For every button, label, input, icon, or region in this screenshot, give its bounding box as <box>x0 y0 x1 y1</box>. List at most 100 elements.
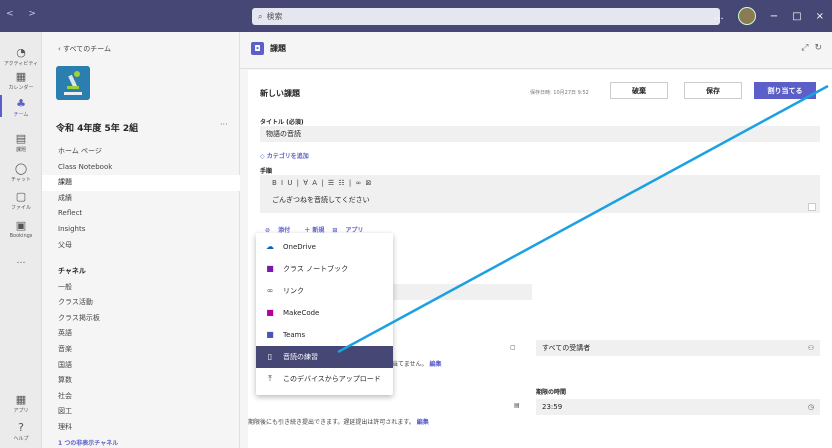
not-assigned-text: り当てません。 編集 <box>386 361 442 368</box>
rail-calendar[interactable]: ▦ カレンダー <box>0 70 42 91</box>
onenote-icon: ■ <box>266 264 274 273</box>
nav-parents[interactable]: 父母 <box>42 238 240 254</box>
channel-item[interactable]: クラス掲示板 <box>42 311 240 327</box>
more-icon[interactable]: … <box>714 11 724 22</box>
team-nav: ホーム ページ Class Notebook 課題 成績 Reflect Ins… <box>42 144 240 253</box>
teams-icon: ♣ <box>16 97 26 110</box>
rail-teams[interactable]: ♣ チーム <box>0 95 42 118</box>
calendar-icon[interactable]: ▤ <box>514 402 520 409</box>
menu-item-makecode[interactable]: ■ MakeCode <box>256 302 393 324</box>
link-icon: ∞ <box>266 286 274 295</box>
resize-handle[interactable] <box>808 203 816 211</box>
back-to-all-teams[interactable]: ‹ すべてのチーム <box>58 44 111 54</box>
attach-menu: ☁ OneDrive ■ クラス ノートブック ∞ リンク ■ MakeCode ■ Te… <box>256 233 393 395</box>
saved-timestamp: 保存日時: 10月27日 9:52 <box>530 90 589 96</box>
onedrive-icon: ☁ <box>266 242 274 251</box>
pane-header: ◘ 課題 ⤢↻ <box>240 32 832 69</box>
team-name: 令和 4年度 5年 2組 <box>56 124 139 134</box>
teams-app-icon: ■ <box>266 330 274 339</box>
search-input[interactable]: ⌕ 検索 <box>252 8 720 25</box>
rail-files[interactable]: ▢ ファイル <box>0 190 42 211</box>
format-toolbar[interactable]: B I U | ∀ A | ☰ ☷ | ∞ ⊠ <box>260 175 820 191</box>
search-placeholder: 検索 <box>266 12 283 21</box>
makecode-icon: ■ <box>266 308 274 317</box>
bookings-icon: ▣ <box>15 219 27 232</box>
close-button[interactable]: × <box>816 11 824 22</box>
title-label: タイトル (必須) <box>260 119 304 126</box>
channel-item[interactable]: 図工 <box>42 404 240 420</box>
microscope-icon <box>56 66 90 100</box>
more-icon: … <box>16 256 26 266</box>
back-forward-arrows[interactable]: < > <box>6 9 42 19</box>
due-time-field[interactable]: 23:59 ◷ <box>536 399 820 415</box>
channel-item[interactable]: 理科 <box>42 420 240 436</box>
form-title: 新しい課題 <box>260 89 300 98</box>
assign-to-dropdown[interactable]: すべての受講者 ⚇ <box>536 340 820 356</box>
discard-button[interactable]: 破棄 <box>610 82 668 99</box>
calendar-icon: ▦ <box>15 70 27 83</box>
rail-assignments[interactable]: ▤ 課題 <box>0 132 42 153</box>
help-icon: ? <box>18 421 24 434</box>
edit-link[interactable]: 編集 <box>429 361 441 368</box>
nav-assignments[interactable]: 課題 <box>42 175 240 191</box>
maximize-button[interactable]: □ <box>792 11 801 22</box>
late-submission-text: 期限後にも引き続き提出できます。遅延提出は許可されます。 編集 <box>248 419 429 426</box>
menu-item-link[interactable]: ∞ リンク <box>256 280 393 302</box>
channel-item[interactable]: 音楽 <box>42 342 240 358</box>
title-bar: < > ⌕ 検索 … − □ × <box>0 0 832 32</box>
apps-icon: ▦ <box>15 393 27 406</box>
minimize-button[interactable]: − <box>770 11 778 22</box>
nav-grades[interactable]: 成績 <box>42 191 240 207</box>
rail-help[interactable]: ? ヘルプ <box>0 421 42 442</box>
hidden-channels-link[interactable]: 1 つの非表示チャネル <box>42 436 118 448</box>
copy-icon[interactable]: ▢ <box>510 344 516 351</box>
channels-header: チャネル <box>58 267 86 275</box>
avatar[interactable] <box>737 7 756 25</box>
menu-item-upload[interactable]: ⤒ このデバイスからアップロード <box>256 368 393 390</box>
assignments-icon: ▤ <box>15 132 27 145</box>
channel-list: チャネル 一般 クラス活動 クラス掲示板 英語 音楽 国語 算数 社会 図工 理… <box>42 264 240 447</box>
window-controls: … − □ × <box>714 0 832 32</box>
instructions-label: 手順 <box>260 168 273 175</box>
channel-item[interactable]: 英語 <box>42 326 240 342</box>
teams-window: < > ⌕ 検索 … − □ × ◔ アクティビティ ▦ カレンダー ♣ チーム ▤ 課… <box>0 0 832 448</box>
edit-link-late[interactable]: 編集 <box>417 419 429 426</box>
channel-item[interactable]: 社会 <box>42 389 240 405</box>
rail-apps[interactable]: ▦ アプリ <box>0 393 42 414</box>
instructions-field[interactable]: ごんぎつねを音読してください <box>260 191 820 213</box>
rail-activity[interactable]: ◔ アクティビティ <box>0 46 42 67</box>
channel-item[interactable]: クラス活動 <box>42 295 240 311</box>
menu-item-onedrive[interactable]: ☁ OneDrive <box>256 236 393 258</box>
file-icon: ▢ <box>15 190 27 203</box>
assignments-app-icon: ◘ <box>251 42 264 55</box>
nav-insights[interactable]: Insights <box>42 222 240 238</box>
upload-icon: ⤒ <box>268 374 272 383</box>
expand-icon[interactable]: ⤢ <box>801 43 814 53</box>
due-time-value: 23:59 <box>542 403 563 411</box>
clock-icon: ◷ <box>807 403 814 411</box>
rail-more[interactable]: … <box>0 256 42 266</box>
add-category-link[interactable]: ◇ カテゴリを追加 <box>260 151 309 160</box>
search-icon: ⌕ <box>258 11 263 21</box>
nav-home[interactable]: ホーム ページ <box>42 144 240 160</box>
nav-class-notebook[interactable]: Class Notebook <box>42 160 240 176</box>
refresh-icon[interactable]: ↻ <box>814 43 828 53</box>
rail-bookings[interactable]: ▣ Bookings <box>0 219 42 239</box>
save-button[interactable]: 保存 <box>684 82 742 99</box>
menu-item-teams[interactable]: ■ Teams <box>256 324 393 346</box>
team-more-button[interactable]: ··· <box>220 120 228 129</box>
nav-reflect[interactable]: Reflect <box>42 206 240 222</box>
channel-item[interactable]: 一般 <box>42 280 240 296</box>
title-field[interactable]: 物語の音読 <box>260 126 820 142</box>
assign-button[interactable]: 割り当てる <box>754 82 816 99</box>
app-rail: ◔ アクティビティ ▦ カレンダー ♣ チーム ▤ 課題 ◯ チャット ▢ ファイル ▣ Bo… <box>0 32 42 448</box>
reading-progress-icon: ▯ <box>267 352 273 361</box>
channel-item[interactable]: 算数 <box>42 373 240 389</box>
due-time-label: 期限の時間 <box>536 389 567 396</box>
menu-item-class-notebook[interactable]: ■ クラス ノートブック <box>256 258 393 280</box>
channel-item[interactable]: 国語 <box>42 358 240 374</box>
menu-item-reading-progress[interactable]: ▯ 音読の練習 <box>256 346 393 368</box>
rail-chat[interactable]: ◯ チャット <box>0 162 42 183</box>
pane-title: 課題 <box>270 44 286 53</box>
team-avatar <box>56 66 90 100</box>
